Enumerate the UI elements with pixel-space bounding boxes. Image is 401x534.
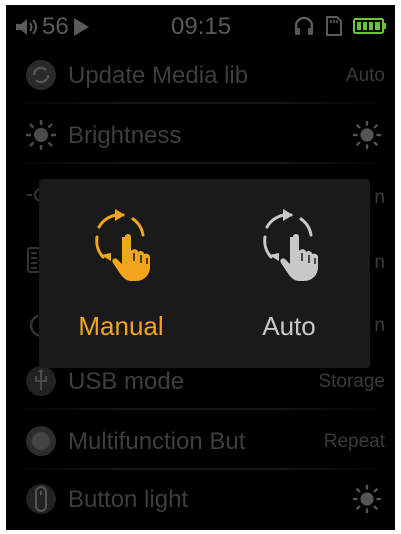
play-icon bbox=[73, 18, 89, 36]
battery-icon bbox=[353, 18, 386, 34]
sun-icon bbox=[26, 120, 56, 150]
headphones-icon bbox=[294, 16, 314, 35]
circle-button-icon bbox=[26, 426, 56, 456]
divider bbox=[6, 102, 395, 104]
clock: 09:15 bbox=[171, 13, 232, 40]
auto-refresh-hand-icon bbox=[263, 209, 318, 281]
speaker-icon bbox=[16, 19, 37, 35]
menu-item-label: Update Media lib bbox=[68, 62, 249, 89]
volume-indicator: 56 bbox=[14, 13, 91, 41]
divider bbox=[6, 408, 395, 410]
device-screen: 56 09:15 Update Media lib Auto Brightnes… bbox=[6, 5, 395, 530]
sun-icon bbox=[352, 484, 382, 514]
option-manual[interactable]: Manual bbox=[61, 203, 181, 353]
sd-card-icon bbox=[326, 16, 342, 36]
menu-item-value: n bbox=[374, 252, 385, 273]
menu-item-multifunction-button[interactable]: Multifunction But Repeat bbox=[6, 414, 395, 470]
status-bar: 56 09:15 bbox=[6, 5, 395, 47]
menu-item-label: Button light bbox=[68, 486, 189, 513]
menu-item-value: n bbox=[374, 187, 385, 208]
button-icon bbox=[26, 484, 56, 514]
menu-item-value: n bbox=[374, 315, 385, 336]
volume-level: 56 bbox=[42, 13, 69, 40]
menu-item-value: Auto bbox=[345, 65, 385, 86]
manual-refresh-hand-icon bbox=[95, 209, 150, 281]
menu-item-value: Repeat bbox=[323, 431, 385, 452]
option-auto[interactable]: Auto bbox=[229, 203, 349, 353]
usb-icon bbox=[26, 366, 56, 396]
menu-item-update-media-lib[interactable]: Update Media lib Auto bbox=[6, 48, 395, 104]
status-icons bbox=[293, 15, 387, 37]
menu-item-value: Storage bbox=[318, 371, 385, 392]
divider bbox=[6, 468, 395, 470]
refresh-icon bbox=[26, 60, 56, 90]
menu-item-brightness[interactable]: Brightness bbox=[6, 108, 395, 164]
menu-item-label: Multifunction But bbox=[68, 428, 246, 455]
menu-item-button-light[interactable]: Button light bbox=[6, 472, 395, 528]
option-label: Manual bbox=[78, 311, 164, 341]
divider bbox=[6, 162, 395, 164]
option-label: Auto bbox=[262, 311, 316, 341]
menu-item-label: Brightness bbox=[68, 122, 182, 149]
update-mode-dialog: Manual Auto bbox=[39, 179, 370, 368]
menu-item-label: USB mode bbox=[68, 368, 185, 395]
sun-icon bbox=[352, 120, 382, 150]
